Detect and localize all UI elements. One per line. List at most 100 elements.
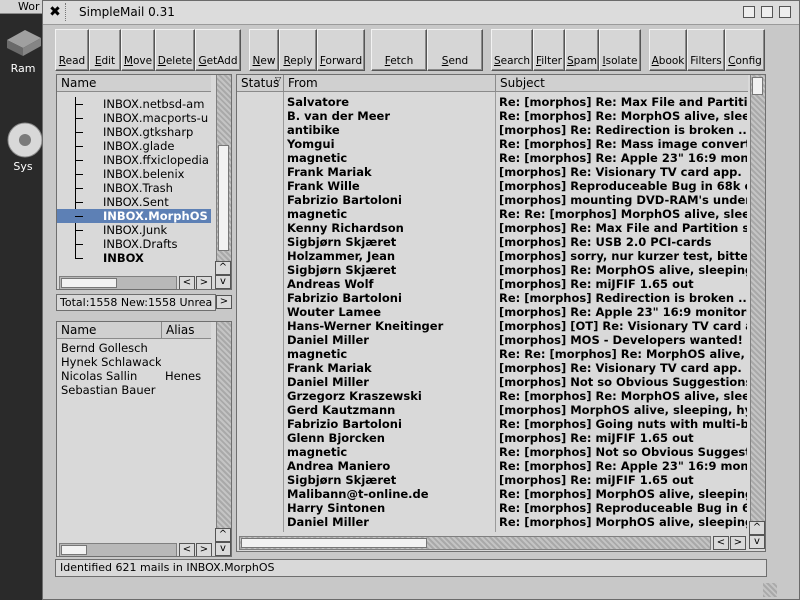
folder-item[interactable]: INBOX.ffxiclopedia — [57, 153, 211, 167]
new-button[interactable]: New — [249, 29, 279, 71]
folder-scroll-down-button[interactable]: v — [215, 275, 231, 289]
depth-icon[interactable] — [779, 6, 791, 18]
status-column-header[interactable]: Status ▽ — [237, 75, 283, 92]
message-vscrollbar[interactable] — [750, 75, 765, 521]
addressbook-scroll-up-button[interactable]: ^ — [215, 528, 231, 542]
message-row[interactable]: Malibann@t-online.de Re: [morphos] MorphO… — [237, 487, 749, 501]
folder-item[interactable]: INBOX.Sent — [57, 195, 211, 209]
folder-item[interactable]: INBOX.Junk — [57, 223, 211, 237]
addressbook-row[interactable]: Sebastian Bauer — [57, 383, 213, 397]
message-row[interactable]: Daniel Miller [morphos] Not so Obvious Su… — [237, 375, 749, 389]
folder-info-right-button[interactable]: > — [216, 295, 232, 309]
isolate-button[interactable]: Isolate — [599, 29, 641, 71]
folder-item[interactable]: INBOX.Drafts — [57, 237, 211, 251]
folder-name-header[interactable]: Name — [57, 75, 211, 92]
message-scroll-right-button[interactable]: > — [730, 536, 746, 550]
message-hscrollbar[interactable] — [239, 536, 711, 550]
close-icon[interactable]: ✖ — [47, 4, 63, 20]
message-row[interactable]: Harry Sintonen Re: [morphos] Reproduceabl… — [237, 501, 749, 515]
addressbook-scroll-down-button[interactable]: v — [215, 542, 231, 556]
message-row[interactable]: Wouter Lamee [morphos] Re: Apple 23" 16:9… — [237, 305, 749, 319]
folder-item[interactable]: INBOX.belenix — [57, 167, 211, 181]
config-button[interactable]: Config — [725, 29, 765, 71]
message-row[interactable]: Daniel Miller [morphos] MOS - Developers … — [237, 333, 749, 347]
desktop-icon-ram[interactable]: Ram — [2, 22, 44, 75]
addressbook-vscrollbar[interactable] — [216, 322, 231, 528]
folder-item[interactable]: INBOX.MorphOS — [57, 209, 211, 223]
message-row[interactable]: Andreas Wolf [morphos] Re: miJFIF 1.65 ou… — [237, 277, 749, 291]
getadd-button[interactable]: GetAdd — [195, 29, 241, 71]
folder-scroll-right-button[interactable]: > — [196, 276, 212, 289]
zoom-icon[interactable] — [761, 6, 773, 18]
folder-vscrollbar[interactable] — [216, 75, 231, 261]
search-button[interactable]: Search — [491, 29, 533, 71]
message-row[interactable]: Frank Mariak [morphos] Re: Visionary TV c… — [237, 361, 749, 375]
message-row[interactable]: Grzegorz Kraszewski Re: [morphos] Re: Mor… — [237, 389, 749, 403]
addressbook-hscrollbar[interactable] — [59, 543, 177, 556]
addressbook-alias-header[interactable]: Alias — [161, 322, 211, 339]
window-titlebar[interactable]: ✖ SimpleMail 0.31 — [43, 1, 799, 25]
fetch-button[interactable]: Fetch — [371, 29, 427, 71]
iconify-icon[interactable] — [743, 6, 755, 18]
folder-hscroll-knob[interactable] — [61, 278, 117, 288]
message-row[interactable]: magnetic Re: Re: [morphos] MorphOS alive,… — [237, 207, 749, 221]
message-row[interactable]: Hans-Werner Kneitinger [morphos] [OT] Re:… — [237, 319, 749, 333]
message-row[interactable]: Glenn Bjorcken [morphos] Re: miJFIF 1.65 … — [237, 431, 749, 445]
message-row[interactable]: Yomgui Re: [morphos] Re: Mass image conve… — [237, 137, 749, 151]
message-row[interactable]: Frank Mariak [morphos] Re: Visionary TV c… — [237, 165, 749, 179]
folder-vscroll-knob[interactable] — [218, 145, 229, 251]
addressbook-row[interactable]: Hynek Schlawack — [57, 355, 213, 369]
edit-button[interactable]: Edit — [89, 29, 121, 71]
message-row[interactable]: magnetic Re: Re: [morphos] Re: MorphOS al… — [237, 347, 749, 361]
addressbook-row[interactable]: Nicolas Sallin Henes — [57, 369, 213, 383]
message-scroll-up-button[interactable]: ^ — [749, 521, 765, 535]
message-row[interactable]: Kenny Richardson [morphos] Re: Max File a… — [237, 221, 749, 235]
folder-item[interactable]: INBOX.Trash — [57, 181, 211, 195]
message-row[interactable]: B. van der Meer Re: [morphos] Re: MorphOS… — [237, 109, 749, 123]
spam-button[interactable]: Spam — [565, 29, 599, 71]
folder-item[interactable]: INBOX.glade — [57, 139, 211, 153]
message-row[interactable]: Sigbjørn Skjæret [morphos] Re: MorphOS al… — [237, 263, 749, 277]
message-row[interactable]: magnetic Re: [morphos] Not so Obvious Sug… — [237, 445, 749, 459]
folder-item[interactable]: INBOX.macports-u — [57, 111, 211, 125]
message-hscroll-knob[interactable] — [241, 538, 427, 548]
message-vscroll-knob[interactable] — [752, 77, 763, 95]
desktop-icon-sys[interactable]: Sys — [2, 120, 44, 173]
folder-item[interactable]: INBOX.gtksharp — [57, 125, 211, 139]
forward-button[interactable]: Forward — [317, 29, 365, 71]
message-row[interactable]: Sigbjørn Skjæret [morphos] Re: miJFIF 1.6… — [237, 473, 749, 487]
message-row[interactable]: Fabrizio Bartoloni Re: [morphos] Going nu… — [237, 417, 749, 431]
reply-button[interactable]: Reply — [279, 29, 317, 71]
addressbook-scroll-left-button[interactable]: < — [179, 543, 195, 556]
message-row[interactable]: Gerd Kautzmann [morphos] MorphOS alive, s… — [237, 403, 749, 417]
message-row[interactable]: Sigbjørn Skjæret [morphos] Re: USB 2.0 PC… — [237, 235, 749, 249]
delete-button[interactable]: Delete — [155, 29, 195, 71]
message-row[interactable]: Daniel Miller Re: [morphos] MorphOS alive… — [237, 515, 749, 529]
folder-item[interactable]: INBOX — [57, 251, 211, 265]
message-row[interactable]: Holzammer, Jean [morphos] sorry, nur kurz… — [237, 249, 749, 263]
message-scroll-left-button[interactable]: < — [713, 536, 729, 550]
filter-button[interactable]: Filter — [533, 29, 565, 71]
addressbook-row[interactable]: Bernd Gollesch — [57, 341, 213, 355]
folder-item[interactable]: INBOX.netbsd-am — [57, 97, 211, 111]
message-scroll-down-button[interactable]: v — [749, 535, 765, 549]
message-row[interactable]: Frank Wille [morphos] Reproduceable Bug i… — [237, 179, 749, 193]
abook-button[interactable]: Abook — [649, 29, 687, 71]
resize-grip-icon[interactable] — [763, 583, 777, 597]
message-row[interactable]: Fabrizio Bartoloni Re: [morphos] Redirect… — [237, 291, 749, 305]
subject-column-header[interactable]: Subject — [495, 75, 748, 92]
folder-scroll-up-button[interactable]: ^ — [215, 261, 231, 275]
addressbook-scroll-right-button[interactable]: > — [196, 543, 212, 556]
folder-scroll-left-button[interactable]: < — [179, 276, 195, 289]
filters-button[interactable]: Filters — [687, 29, 725, 71]
message-row[interactable]: Salvatore Re: [morphos] Re: Max File and … — [237, 95, 749, 109]
addressbook-name-header[interactable]: Name — [57, 322, 161, 339]
send-button[interactable]: Send — [427, 29, 483, 71]
move-button[interactable]: Move — [121, 29, 155, 71]
message-row[interactable]: antibike [morphos] Re: Redirection is bro… — [237, 123, 749, 137]
read-button[interactable]: Read — [55, 29, 89, 71]
from-column-header[interactable]: From — [283, 75, 495, 92]
message-row[interactable]: Andrea Maniero Re: [morphos] Re: Apple 23… — [237, 459, 749, 473]
message-row[interactable]: magnetic Re: [morphos] Re: Apple 23" 16:9… — [237, 151, 749, 165]
message-row[interactable]: Fabrizio Bartoloni [morphos] mounting DVD… — [237, 193, 749, 207]
